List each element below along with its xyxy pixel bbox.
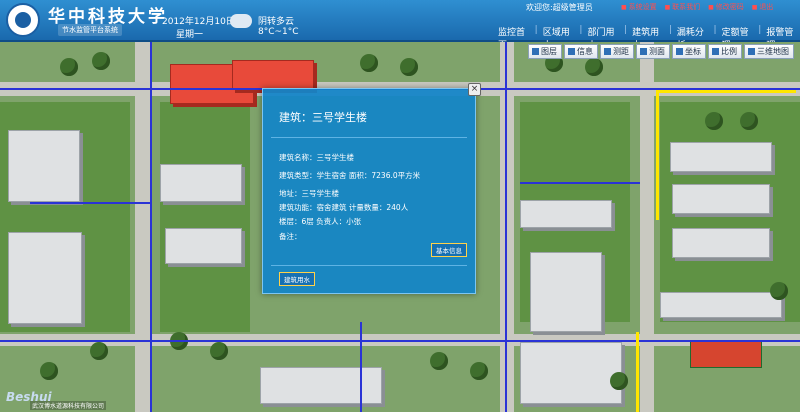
building[interactable]: [670, 142, 772, 172]
tree: [90, 342, 108, 360]
system-name: 节水监管平台系统: [58, 24, 122, 36]
tree: [400, 58, 418, 76]
building-floors-field: 楼层：6层 负责人：小张: [279, 217, 362, 226]
building-name-field: 建筑名称：三号学生楼: [279, 153, 354, 162]
building[interactable]: [160, 164, 242, 202]
link-contact[interactable]: 联系我们: [665, 2, 700, 12]
temperature-text: 8°C~1°C: [258, 27, 299, 37]
link-settings[interactable]: 系统设置: [621, 2, 657, 12]
close-icon[interactable]: ×: [468, 83, 481, 96]
current-weekday: 星期一: [176, 30, 204, 40]
tree: [210, 342, 228, 360]
ruler-icon: [604, 48, 611, 55]
tree: [92, 52, 110, 70]
water-pipe: [30, 202, 150, 204]
divider: [271, 137, 467, 138]
crosshair-icon: [676, 48, 683, 55]
tree: [585, 58, 603, 76]
building-address-field: 地址：三号学生楼: [279, 189, 339, 198]
area-icon: [640, 48, 647, 55]
tree: [770, 282, 788, 300]
app-header: 华中科技大学 节水监管平台系统 2012年12月10日 星期一 阴转多云 8°C…: [0, 0, 800, 51]
building-remark-field: 备注：: [279, 232, 302, 241]
tool-coordinate[interactable]: 坐标: [672, 44, 706, 59]
welcome-text: 欢迎您:超级管理员: [526, 3, 593, 12]
water-pipe: [150, 42, 152, 412]
scale-icon: [712, 48, 719, 55]
building-type-area-field: 建筑类型：学生宿舍 面积：7236.0平方米: [279, 171, 421, 180]
road: [640, 42, 654, 412]
popup-title: 建筑：三号学生楼: [279, 111, 367, 124]
selected-boundary: [656, 90, 796, 93]
info-icon: [568, 48, 575, 55]
building-red[interactable]: [232, 60, 314, 90]
selected-boundary: [636, 332, 639, 412]
water-pipe: [360, 322, 362, 412]
cube-icon: [748, 48, 755, 55]
top-links: 系统设置 联系我们 修改密码 退出: [621, 2, 774, 12]
tool-measure-distance[interactable]: 测距: [600, 44, 634, 59]
tree: [40, 362, 58, 380]
current-date: 2012年12月10日: [162, 17, 235, 27]
cloud-icon: [230, 14, 252, 28]
tool-scale[interactable]: 比例: [708, 44, 742, 59]
tree: [470, 362, 488, 380]
weather-text: 阴转多云: [258, 17, 295, 27]
water-pipe: [0, 340, 800, 342]
building[interactable]: [672, 184, 770, 214]
tree: [60, 58, 78, 76]
copyright-text: 武汉博水道源科技有限公司: [30, 401, 107, 410]
basic-info-button[interactable]: 基本信息: [431, 243, 467, 257]
layers-icon: [532, 48, 539, 55]
building[interactable]: [165, 228, 242, 264]
road: [500, 42, 514, 412]
tree: [610, 372, 628, 390]
tree: [430, 352, 448, 370]
tree: [740, 112, 758, 130]
tree: [705, 112, 723, 130]
water-pipe: [505, 42, 507, 412]
tool-3d-map[interactable]: 三维地图: [744, 44, 794, 59]
university-logo-icon: [6, 3, 40, 37]
link-change-password[interactable]: 修改密码: [708, 2, 744, 12]
building[interactable]: [520, 200, 612, 228]
tool-layers[interactable]: 图层: [528, 44, 562, 59]
building[interactable]: [530, 252, 602, 332]
road: [135, 42, 151, 412]
link-logout[interactable]: 退出: [752, 2, 773, 12]
tool-info[interactable]: 信息: [564, 44, 598, 59]
tree: [360, 54, 378, 72]
building[interactable]: [520, 342, 622, 404]
building[interactable]: [260, 367, 382, 404]
basketball-court: [690, 340, 762, 368]
building-info-popup: × 建筑：三号学生楼 建筑名称：三号学生楼 建筑类型：学生宿舍 面积：7236.…: [262, 83, 481, 294]
building[interactable]: [8, 232, 82, 324]
building[interactable]: [660, 292, 782, 318]
tool-measure-area[interactable]: 测面: [636, 44, 670, 59]
building-function-field: 建筑功能：宿舍建筑 计量数量：240人: [279, 203, 409, 212]
selected-boundary: [656, 90, 659, 220]
water-pipe: [520, 182, 640, 184]
lawn: [160, 102, 250, 332]
building[interactable]: [8, 130, 80, 202]
building-water-button[interactable]: 建筑用水: [279, 272, 315, 286]
building[interactable]: [672, 228, 770, 258]
divider: [271, 265, 467, 266]
map-toolbar: 图层 信息 测距 测面 坐标 比例 三维地图: [528, 44, 794, 59]
